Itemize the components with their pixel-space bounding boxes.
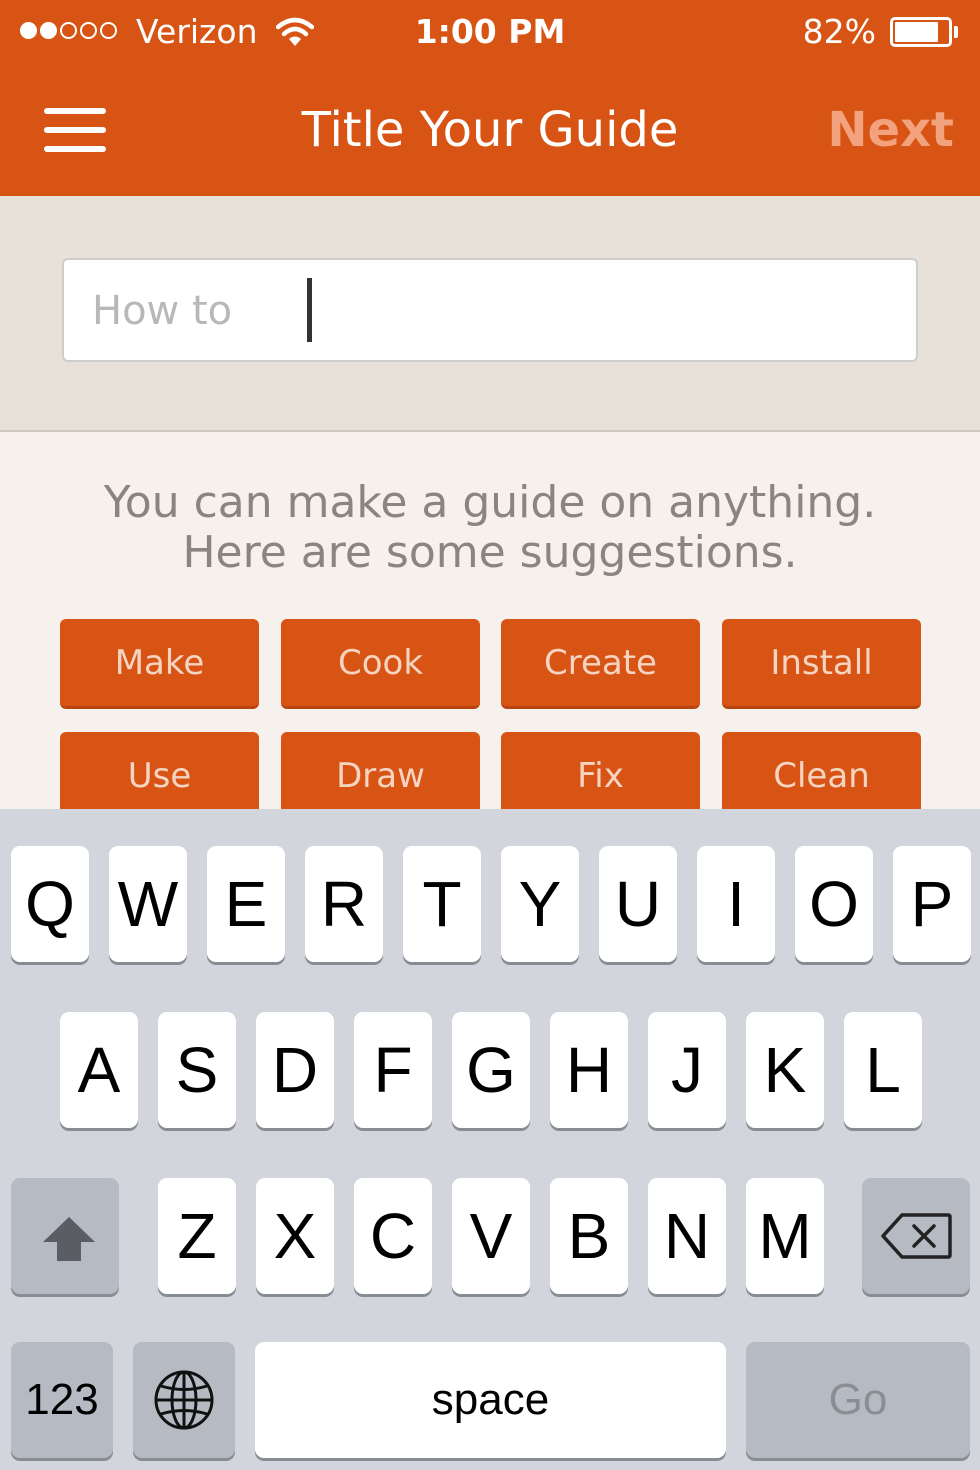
go-key[interactable]: Go [746,1342,970,1458]
title-input-area [0,196,980,432]
suggestion-hint: You can make a guide on anything. Here a… [0,478,980,578]
suggestion-chip-cook[interactable]: Cook [281,619,480,709]
hint-line-2: Here are some suggestions. [182,527,798,578]
app-header: Verizon 1:00 PM 82% Title Your Guide Nex… [0,0,980,196]
suggestion-chip-create[interactable]: Create [501,619,700,709]
key-p[interactable]: P [893,846,971,962]
key-u[interactable]: U [599,846,677,962]
delete-key[interactable] [862,1178,970,1294]
status-bar: Verizon 1:00 PM 82% [0,0,980,66]
key-y[interactable]: Y [501,846,579,962]
onscreen-keyboard: Q W E R T Y U I O P A S D F G H J K L Z … [0,809,980,1470]
key-w[interactable]: W [109,846,187,962]
battery-tip [954,26,958,38]
key-j[interactable]: J [648,1012,726,1128]
key-s[interactable]: S [158,1012,236,1128]
next-button[interactable]: Next [827,98,954,162]
key-q[interactable]: Q [11,846,89,962]
suggestion-chips: Make Cook Create Install Use Draw Fix Cl… [60,619,922,809]
key-h[interactable]: H [550,1012,628,1128]
go-key-label: Go [828,1375,888,1424]
shift-key[interactable] [11,1178,119,1294]
title-field-container[interactable] [62,258,918,362]
shift-icon [43,1217,95,1261]
key-b[interactable]: B [550,1178,628,1294]
key-n[interactable]: N [648,1178,726,1294]
globe-key[interactable] [133,1342,235,1458]
key-x[interactable]: X [256,1178,334,1294]
key-r[interactable]: R [305,846,383,962]
key-m[interactable]: M [746,1178,824,1294]
key-o[interactable]: O [795,846,873,962]
key-e[interactable]: E [207,846,285,962]
hint-line-1: You can make a guide on anything. [103,477,877,528]
numbers-key[interactable]: 123 [11,1342,113,1458]
key-d[interactable]: D [256,1012,334,1128]
globe-icon [154,1370,214,1430]
suggestion-chip-make[interactable]: Make [60,619,259,709]
key-a[interactable]: A [60,1012,138,1128]
key-v[interactable]: V [452,1178,530,1294]
hamburger-menu-icon[interactable] [44,108,106,152]
key-t[interactable]: T [403,846,481,962]
key-l[interactable]: L [844,1012,922,1128]
space-key[interactable]: space [255,1342,726,1458]
key-z[interactable]: Z [158,1178,236,1294]
delete-icon [881,1213,952,1259]
suggestion-chip-install[interactable]: Install [722,619,921,709]
key-c[interactable]: C [354,1178,432,1294]
key-k[interactable]: K [746,1012,824,1128]
suggestion-chip-clean[interactable]: Clean [722,732,921,809]
battery-icon [890,17,952,47]
guide-title-input[interactable] [92,278,892,344]
key-i[interactable]: I [697,846,775,962]
battery-percent: 82% [802,12,876,51]
key-g[interactable]: G [452,1012,530,1128]
suggestion-chip-fix[interactable]: Fix [501,732,700,809]
key-f[interactable]: F [354,1012,432,1128]
suggestion-chip-draw[interactable]: Draw [281,732,480,809]
suggestion-chip-use[interactable]: Use [60,732,259,809]
text-caret [307,278,312,342]
